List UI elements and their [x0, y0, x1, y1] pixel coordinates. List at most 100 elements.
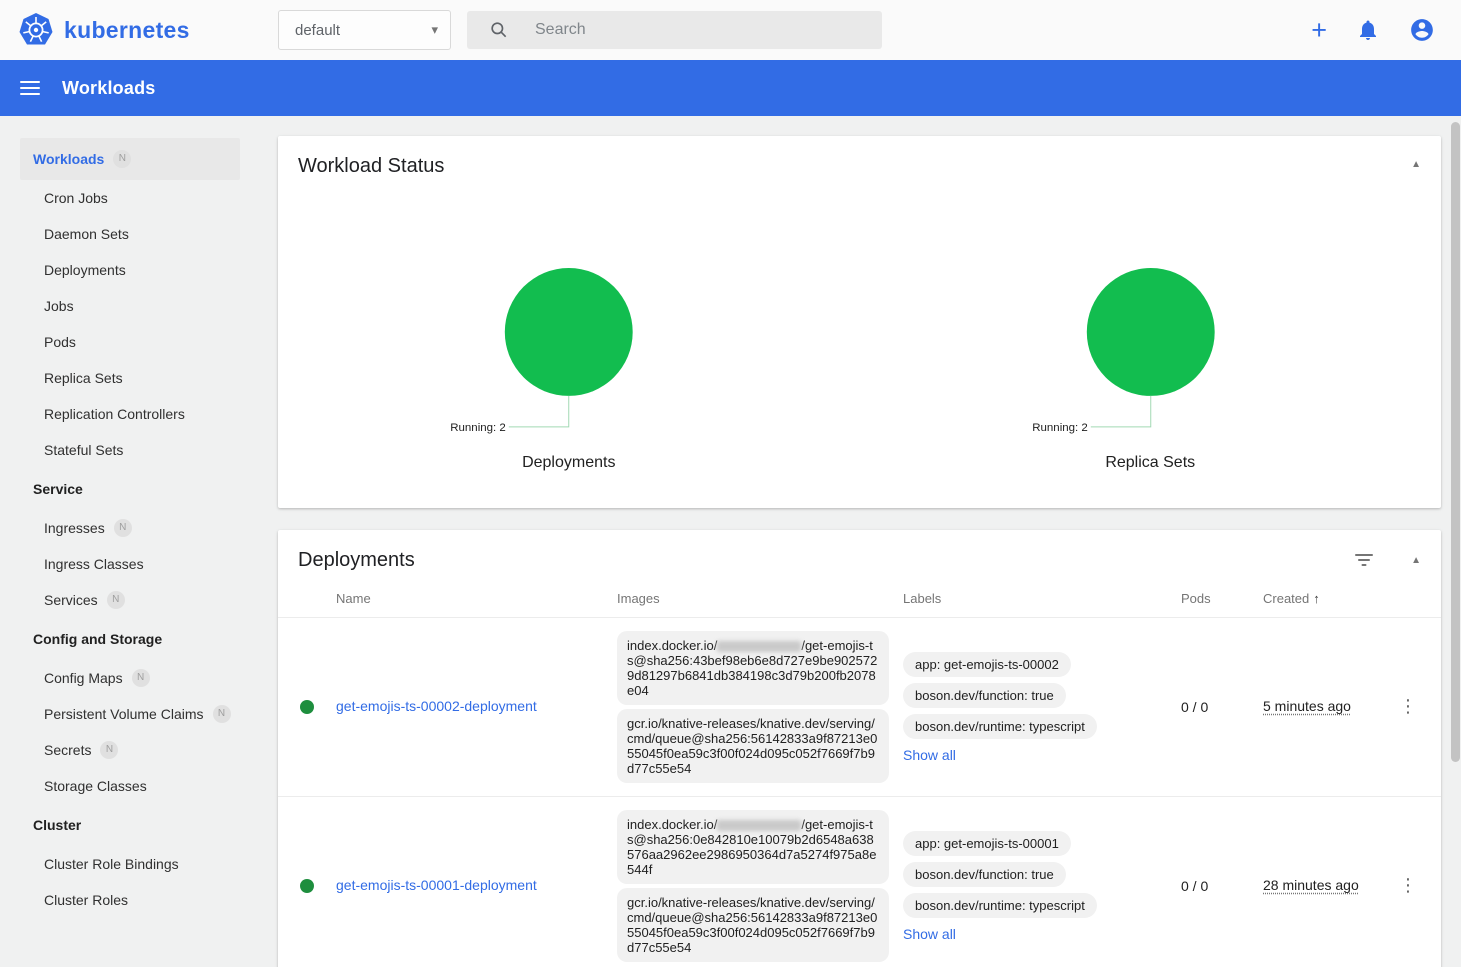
image-chip: gcr.io/knative-releases/knative.dev/serv… [617, 709, 889, 783]
sidebar-item-replication-controllers[interactable]: Replication Controllers [0, 396, 258, 432]
collapse-card-icon[interactable]: ▲ [1411, 160, 1421, 170]
show-all-link[interactable]: Show all [903, 926, 956, 942]
sidebar-item-storage-classes[interactable]: Storage Classes [0, 768, 258, 804]
label-line: boson.dev/function: true [903, 680, 1173, 711]
column-header-pods: Pods [1181, 591, 1263, 606]
image-chip: index.docker.io//get-emojis-ts@sha256:43… [617, 631, 889, 705]
status-pie-chart: Running: 2 [278, 180, 860, 450]
new-badge: N [100, 741, 118, 759]
sidebar-item-workloads[interactable]: WorkloadsN [20, 138, 240, 180]
sidebar-section-service: Service [0, 468, 258, 510]
labels-cell: app: get-emojis-ts-00002boson.dev/functi… [903, 645, 1181, 769]
sidebar-item-label: Pods [44, 334, 76, 350]
table-header-row: Name Images Labels Pods Created↑ [278, 580, 1441, 617]
column-header-name: Name [336, 591, 617, 606]
sidebar-item-config-maps[interactable]: Config MapsN [0, 660, 258, 696]
label-line: app: get-emojis-ts-00001 [903, 828, 1173, 859]
images-cell: index.docker.io//get-emojis-ts@sha256:43… [617, 623, 903, 791]
sidebar-item-deployments[interactable]: Deployments [0, 252, 258, 288]
sidebar-item-label: Services [44, 592, 98, 608]
user-account-icon[interactable] [1409, 17, 1435, 43]
sidebar-item-persistent-volume-claims[interactable]: Persistent Volume ClaimsN [0, 696, 258, 732]
deployments-title: Deployments [298, 546, 415, 574]
sidebar-item-label: Deployments [44, 262, 126, 278]
sort-ascending-icon: ↑ [1313, 591, 1320, 606]
pie-slice-running [505, 268, 633, 396]
sidebar: WorkloadsNCron JobsDaemon Sets Deployment… [0, 116, 258, 967]
menu-cell: ⋮ [1389, 692, 1441, 722]
sidebar-item-replica-sets[interactable]: Replica Sets [0, 360, 258, 396]
sidebar-item-stateful-sets[interactable]: Stateful Sets [0, 432, 258, 468]
sidebar-item-services[interactable]: Services N [0, 582, 258, 618]
chart-name: Deployments [278, 454, 860, 472]
vertical-scrollbar[interactable] [1451, 122, 1460, 762]
sidebar-item-label: Storage Classes [44, 778, 147, 794]
annotation-connector-line [509, 396, 569, 427]
namespace-selector[interactable]: default ▾ [278, 10, 451, 50]
sidebar-item-pods[interactable]: Pods [0, 324, 258, 360]
sidebar-item-jobs[interactable]: Jobs [0, 288, 258, 324]
sidebar-item-label: Replica Sets [44, 370, 123, 386]
label-line: boson.dev/runtime: typescript [903, 890, 1173, 921]
labels-cell: app: get-emojis-ts-00001 boson.dev/functi… [903, 824, 1181, 948]
created-timestamp: 28 minutes ago [1263, 877, 1359, 893]
name-cell: get-emojis-ts-00002-deployment [336, 698, 617, 716]
top-header: kubernetes default ▾ + [0, 0, 1461, 60]
search-icon [489, 20, 509, 40]
header-actions: + [1311, 0, 1435, 60]
menu-hamburger-icon[interactable] [20, 81, 40, 95]
pods-cell: 0 / 0 [1181, 878, 1263, 894]
sidebar-item-cluster-role-bindings[interactable]: Cluster Role Bindings [0, 846, 258, 882]
sidebar-section-cluster: Cluster [0, 804, 258, 846]
created-cell: 28 minutes ago [1263, 877, 1389, 895]
search-input[interactable] [535, 21, 870, 39]
workload-chart-replica-sets: Running: 2Replica Sets [860, 180, 1442, 472]
column-header-labels: Labels [903, 591, 1181, 606]
row-actions-kebab-icon[interactable]: ⋮ [1389, 871, 1427, 901]
show-all-link[interactable]: Show all [903, 747, 956, 763]
label-chip: boson.dev/function: true [903, 862, 1066, 887]
label-chip: app: get-emojis-ts-00001 [903, 831, 1071, 856]
menu-cell: ⋮ [1389, 871, 1441, 901]
redacted-text [717, 820, 801, 831]
sidebar-item-label: Stateful Sets [44, 442, 123, 458]
label-line: boson.dev/runtime: typescript [903, 711, 1173, 742]
column-header-created[interactable]: Created↑ [1263, 591, 1389, 606]
sidebar-item-ingresses[interactable]: IngressesN [0, 510, 258, 546]
chevron-down-icon: ▾ [431, 22, 438, 38]
status-running-icon [300, 700, 314, 714]
sidebar-item-ingress-classes[interactable]: Ingress Classes [0, 546, 258, 582]
label-line: app: get-emojis-ts-00002 [903, 649, 1173, 680]
main-content: Workload Status ▲ Running: 2DeploymentsR… [258, 116, 1461, 967]
image-chip: gcr.io/knative-releases/knative.dev/serv… [617, 888, 889, 962]
sidebar-item-daemon-sets[interactable]: Daemon Sets [0, 216, 258, 252]
search-bar [467, 11, 882, 49]
deployment-name-link[interactable]: get-emojis-ts-00002-deployment [336, 698, 537, 714]
status-pie-chart: Running: 2 [860, 180, 1442, 450]
status-running-icon [300, 879, 314, 893]
sidebar-item-label: Cluster Role Bindings [44, 856, 179, 872]
page-title: Workloads [62, 78, 156, 99]
sidebar-item-label: Cluster Roles [44, 892, 128, 908]
sidebar-item-label: Persistent Volume Claims [44, 706, 204, 722]
create-resource-button[interactable]: + [1311, 17, 1327, 44]
image-chip: index.docker.io//get-emojis-ts@sha256:0e… [617, 810, 889, 884]
notifications-bell-icon[interactable] [1356, 18, 1380, 42]
sidebar-item-cron-jobs[interactable]: Cron Jobs [0, 180, 258, 216]
collapse-card-icon[interactable]: ▲ [1411, 556, 1421, 566]
sidebar-item-label: Ingress Classes [44, 556, 144, 572]
sidebar-item-cluster-roles[interactable]: Cluster Roles [0, 882, 258, 918]
label-line: boson.dev/function: true [903, 859, 1173, 890]
sidebar-item-label: Jobs [44, 298, 74, 314]
row-actions-kebab-icon[interactable]: ⋮ [1389, 692, 1427, 722]
deployment-name-link[interactable]: get-emojis-ts-00001-deployment [336, 877, 537, 893]
sidebar-section-config-and-storage: Config and Storage [0, 618, 258, 660]
kubernetes-logo[interactable]: kubernetes [18, 12, 190, 48]
filter-icon[interactable] [1355, 554, 1373, 567]
sidebar-item-label: Config and Storage [33, 631, 162, 647]
pie-annotation: Running: 2 [450, 422, 506, 434]
pie-slice-running [1086, 268, 1214, 396]
sidebar-item-secrets[interactable]: SecretsN [0, 732, 258, 768]
new-badge: N [107, 591, 125, 609]
created-timestamp: 5 minutes ago [1263, 698, 1351, 714]
